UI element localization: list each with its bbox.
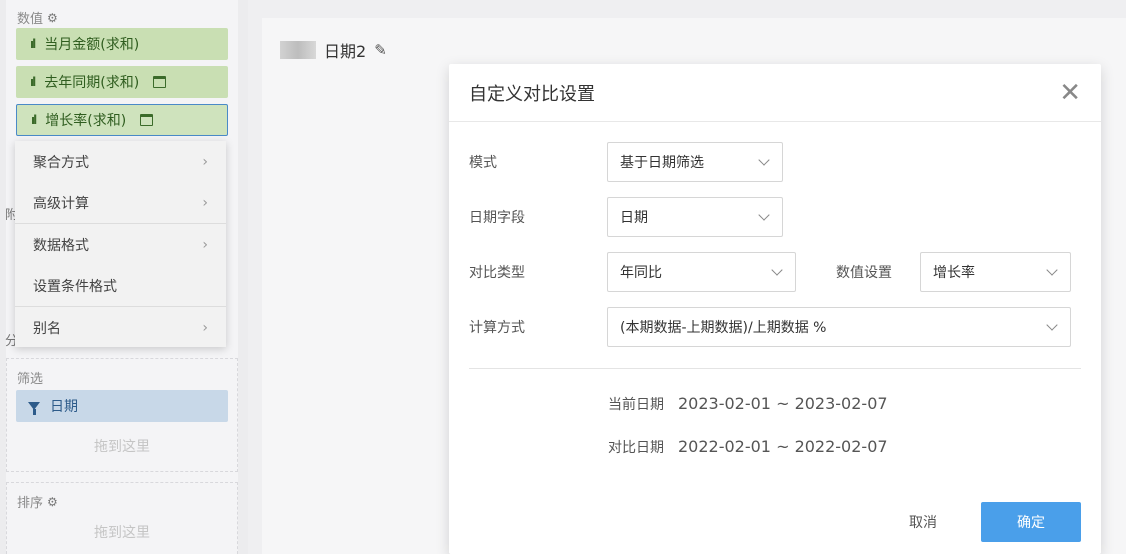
value-setting-label: 数值设置 xyxy=(836,265,892,281)
chart-title: 日期2 ✎ xyxy=(280,38,387,62)
chevron-right-icon: › xyxy=(202,236,208,253)
chart-title-text[interactable]: 日期2 xyxy=(324,38,366,62)
values-title-label: 数值 xyxy=(17,12,44,27)
filter-pill-date[interactable]: 日期 xyxy=(16,390,228,422)
menu-item-label: 高级计算 xyxy=(33,195,89,212)
sort-title-label: 排序 xyxy=(17,496,44,511)
chevron-down-icon xyxy=(758,208,770,221)
chevron-right-icon: › xyxy=(202,194,208,211)
edit-pencil-icon[interactable]: ✎ xyxy=(374,41,387,59)
close-icon[interactable]: ✕ xyxy=(1059,80,1081,106)
chevron-down-icon xyxy=(1046,263,1058,276)
current-date-label: 当前日期 xyxy=(608,397,664,413)
compare-date-value: 2022-02-01 ~ 2022-02-07 xyxy=(678,437,888,456)
chevron-down-icon xyxy=(1046,318,1058,331)
measure-pill-current-month[interactable]: ıl 当月金额(求和) xyxy=(16,28,228,60)
current-date-row: 当前日期 2023-02-01 ~ 2023-02-07 xyxy=(608,394,888,414)
filter-drop-hint: 拖到这里 xyxy=(94,439,150,455)
mode-select-value: 基于日期筛选 xyxy=(620,155,704,171)
compare-date-label: 对比日期 xyxy=(608,440,664,456)
filter-title-label: 筛选 xyxy=(17,372,44,387)
gear-icon[interactable]: ⚙ xyxy=(47,11,58,25)
current-date-value: 2023-02-01 ~ 2023-02-07 xyxy=(678,394,888,413)
filter-section-title: 筛选 xyxy=(17,368,43,387)
confirm-button[interactable]: 确定 xyxy=(981,502,1081,542)
custom-compare-dialog: 自定义对比设置 ✕ 模式 基于日期筛选 日期字段 日期 对比类型 年同比 数值设… xyxy=(449,64,1101,554)
value-setting-select[interactable]: 增长率 xyxy=(920,252,1071,292)
cancel-button[interactable]: 取消 xyxy=(885,502,961,542)
menu-item-advanced-calc[interactable]: 高级计算 › xyxy=(15,182,226,223)
compare-type-select[interactable]: 年同比 xyxy=(607,252,796,292)
calc-method-select[interactable]: (本期数据-上期数据)/上期数据 % xyxy=(607,307,1071,347)
filter-label: 日期 xyxy=(50,399,78,415)
measure-pill-growth-rate[interactable]: ıl 增长率(求和) xyxy=(16,104,228,136)
measure-label: 当月金额(求和) xyxy=(44,37,140,53)
values-section-title: 数值 ⚙ xyxy=(17,8,58,28)
bar-chart-icon: ıl xyxy=(31,113,37,127)
bar-chart-icon: ıl xyxy=(30,75,36,89)
chevron-right-icon: › xyxy=(202,319,208,336)
bar-chart-icon: ıl xyxy=(30,37,36,51)
menu-item-label: 设置条件格式 xyxy=(33,278,117,295)
compare-type-select-value: 年同比 xyxy=(620,265,662,281)
calendar-icon xyxy=(153,76,167,88)
sort-section-title: 排序 ⚙ xyxy=(17,492,58,512)
measure-label: 增长率(求和) xyxy=(45,113,127,129)
menu-item-conditional-format[interactable]: 设置条件格式 xyxy=(15,265,226,306)
date-field-label: 日期字段 xyxy=(469,210,525,226)
menu-item-aggregation[interactable]: 聚合方式 › xyxy=(15,141,226,182)
menu-item-alias[interactable]: 别名 › xyxy=(15,307,226,348)
measure-pill-last-year[interactable]: ıl 去年同期(求和) xyxy=(16,66,228,98)
redacted-text xyxy=(280,41,316,59)
sort-drop-hint: 拖到这里 xyxy=(94,525,150,541)
dialog-title: 自定义对比设置 xyxy=(469,83,595,105)
mode-label: 模式 xyxy=(469,155,497,171)
menu-item-label: 聚合方式 xyxy=(33,154,89,171)
mode-select[interactable]: 基于日期筛选 xyxy=(607,142,783,182)
calendar-icon xyxy=(140,114,154,126)
menu-item-label: 别名 xyxy=(33,320,61,337)
value-setting-select-value: 增长率 xyxy=(933,265,975,281)
date-field-select[interactable]: 日期 xyxy=(607,197,783,237)
compare-type-label: 对比类型 xyxy=(469,265,525,281)
menu-item-label: 数据格式 xyxy=(33,237,89,254)
filter-icon xyxy=(28,402,40,415)
date-field-select-value: 日期 xyxy=(620,210,648,226)
menu-item-data-format[interactable]: 数据格式 › xyxy=(15,224,226,265)
calc-method-select-value: (本期数据-上期数据)/上期数据 % xyxy=(620,320,827,336)
measure-context-menu: 聚合方式 › 高级计算 › 数据格式 › 设置条件格式 别名 › xyxy=(15,141,226,347)
dialog-header: 自定义对比设置 ✕ xyxy=(449,64,1101,122)
compare-date-row: 对比日期 2022-02-01 ~ 2022-02-07 xyxy=(608,437,888,457)
chevron-down-icon xyxy=(771,263,783,276)
calc-method-label: 计算方式 xyxy=(469,320,525,336)
gear-icon[interactable]: ⚙ xyxy=(47,495,58,509)
chevron-right-icon: › xyxy=(202,153,208,170)
measure-label: 去年同期(求和) xyxy=(44,75,140,91)
chevron-down-icon xyxy=(758,153,770,166)
dialog-divider xyxy=(469,368,1081,369)
